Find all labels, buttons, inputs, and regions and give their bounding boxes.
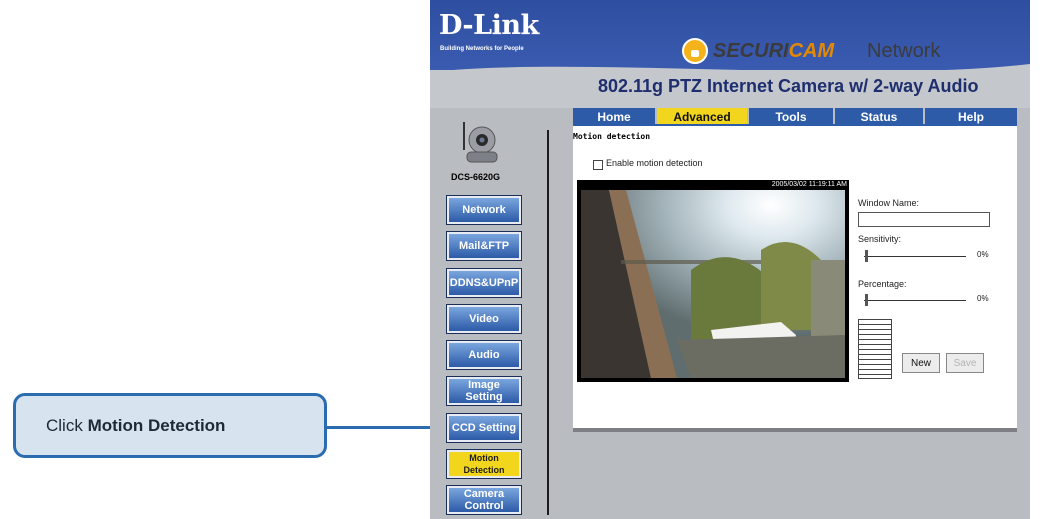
percentage-value: 0%	[977, 294, 989, 303]
window-name-input[interactable]	[858, 212, 990, 227]
camera-product-icon	[463, 122, 498, 163]
tab-tools[interactable]: Tools	[749, 108, 833, 125]
instruction-callout: Click Motion Detection	[13, 393, 327, 458]
tab-help[interactable]: Help	[925, 108, 1017, 125]
nav-ddns-upnp-button[interactable]: DDNS&UPnP	[446, 268, 522, 298]
nav-divider	[547, 130, 549, 515]
nav-motion-detection-button[interactable]: Motion Detection	[446, 449, 522, 479]
callout-emphasis: Motion Detection	[87, 416, 226, 435]
enable-motion-label: Enable motion detection	[606, 158, 703, 168]
sensitivity-value: 0%	[977, 250, 989, 259]
save-button[interactable]: Save	[946, 353, 984, 373]
tab-status[interactable]: Status	[835, 108, 923, 125]
sensitivity-slider-thumb[interactable]	[865, 250, 868, 262]
camera-view-image	[581, 190, 845, 378]
percentage-slider-thumb[interactable]	[865, 294, 868, 306]
nav-mailftp-button[interactable]: Mail&FTP	[446, 231, 522, 261]
video-timestamp: 2005/03/02 11:19:11 AM	[771, 181, 847, 188]
camera-web-ui: D-Link Building Networks for People SECU…	[430, 0, 1030, 519]
detection-window-list[interactable]	[858, 319, 892, 379]
sensitivity-label: Sensitivity:	[858, 234, 902, 244]
tab-advanced[interactable]: Advanced	[657, 108, 747, 125]
window-name-label: Window Name:	[858, 198, 920, 208]
video-preview: 2005/03/02 11:19:11 AM	[577, 180, 849, 382]
network-word: Network	[867, 40, 941, 62]
percentage-label: Percentage:	[858, 279, 907, 289]
dlink-logo: D-Link	[439, 10, 539, 41]
nav-ccd-setting-button[interactable]: CCD Setting	[446, 413, 522, 443]
callout-prefix: Click	[46, 416, 88, 435]
securicam-part1: SECURI	[713, 40, 789, 62]
content-panel: Motion detection Enable motion detection…	[573, 126, 1017, 432]
product-title: 802.11g PTZ Internet Camera w/ 2-way Aud…	[598, 76, 979, 96]
nav-image-setting-button[interactable]: Image Setting	[446, 376, 522, 406]
panel-title: Motion detection	[573, 132, 651, 141]
nav-camera-control-button[interactable]: Camera Control	[446, 485, 522, 515]
camera-model-label: DCS-6620G	[451, 172, 501, 182]
nav-video-button[interactable]: Video	[446, 304, 522, 334]
securicam-logo: SECURICAM	[713, 40, 834, 63]
callout-connector	[327, 426, 440, 429]
nav-network-button[interactable]: Network	[446, 195, 522, 225]
lock-icon	[682, 38, 708, 64]
securicam-part2: CAM	[788, 40, 835, 62]
tab-home[interactable]: Home	[573, 108, 655, 125]
new-button[interactable]: New	[902, 353, 940, 373]
sensitivity-slider-track[interactable]	[864, 256, 966, 257]
enable-motion-checkbox[interactable]	[593, 160, 603, 170]
callout-text: Click Motion Detection	[46, 416, 225, 436]
nav-audio-button[interactable]: Audio	[446, 340, 522, 370]
dlink-tagline: Building Networks for People	[440, 46, 524, 52]
percentage-slider-track[interactable]	[864, 300, 966, 301]
